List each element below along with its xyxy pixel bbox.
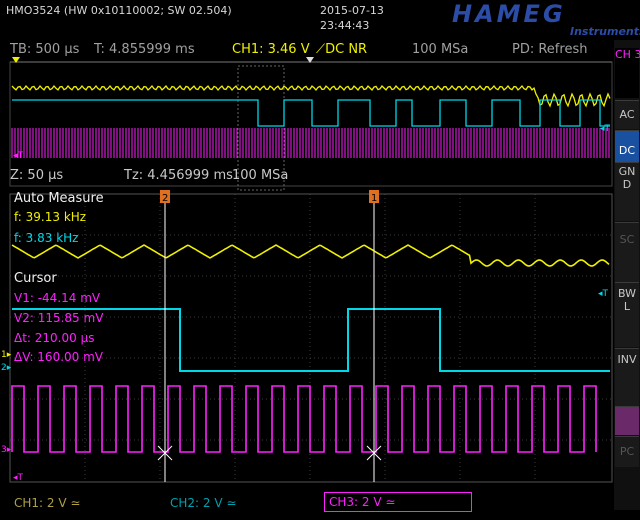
- zoom-border: [9, 193, 613, 483]
- coupling-gnd-button[interactable]: GND: [615, 162, 639, 221]
- overview-trace-ch2: [12, 99, 610, 127]
- cursor-v1: V1: -44.14 mV: [14, 291, 101, 305]
- overview-trace-ch3: [11, 128, 610, 158]
- ch1-frequency: f: 39.13 kHz: [14, 210, 87, 224]
- side-menu-channel: CH 3: [615, 48, 640, 98]
- ch1-scale[interactable]: CH1: 2 V ≃: [14, 496, 80, 510]
- zoom-ch2-tag: ◂T: [598, 289, 609, 299]
- overview-grid: [9, 61, 613, 187]
- probe-button[interactable]: PC: [615, 436, 639, 467]
- waveform-display: ◂T ◂T 2 1 1▸ 2▸ 3▸ ◂T ◂T: [1, 57, 613, 483]
- ch2-level-marker: 2▸: [1, 363, 12, 373]
- ch1-level-marker: 1▸: [1, 350, 12, 360]
- overview-trigger-label: ◂T: [13, 151, 24, 161]
- ch2-scale[interactable]: CH2: 2 V ≃: [170, 496, 236, 510]
- ch2-frequency: f: 3.83 kHz: [14, 231, 79, 245]
- cursor-2-label: 2: [162, 193, 168, 204]
- invert-button[interactable]: INV: [615, 348, 639, 409]
- sc-button[interactable]: SC: [615, 222, 639, 283]
- channel-footer: [0, 490, 614, 520]
- ch3-color-swatch[interactable]: ■: [615, 406, 639, 435]
- cursor-1-label: 1: [371, 193, 377, 204]
- zoom-trace-ch3: [11, 385, 597, 453]
- ch3-scale[interactable]: CH3: 2 V ≃: [324, 492, 472, 512]
- cursor-dv: ΔV: 160.00 mV: [14, 350, 103, 364]
- bwl-button[interactable]: BWL: [615, 282, 639, 347]
- auto-measure-title: Auto Measure: [14, 191, 104, 206]
- zoom-grid: [10, 194, 612, 482]
- overview-ch2-tag: ◂T: [600, 124, 611, 134]
- ch3-level-marker: 3▸: [1, 445, 12, 455]
- cursor-dt: Δt: 210.00 µs: [14, 331, 95, 345]
- zoom-trigger-label: ◂T: [13, 473, 24, 483]
- cursor-v2: V2: 115.85 mV: [14, 311, 104, 325]
- coupling-ac-button[interactable]: AC: [615, 100, 639, 129]
- side-menu: CH 3 AC DC GND SC BWL INV ■ PC: [614, 40, 640, 510]
- cursor-title: Cursor: [14, 271, 57, 286]
